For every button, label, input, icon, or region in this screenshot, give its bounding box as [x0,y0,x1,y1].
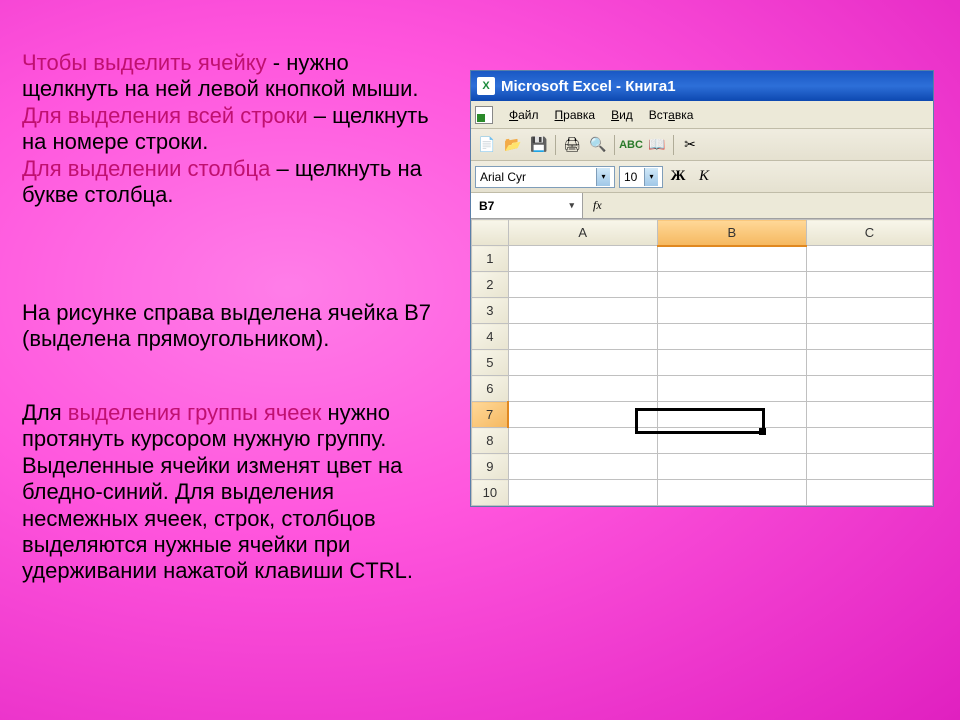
spell-icon[interactable]: ABC [619,133,643,157]
highlight-col: Для выделении столбца [22,156,270,181]
separator [673,135,674,155]
standard-toolbar: 📄 📂 💾 🖨 🔍 ABC 📖 ✂ [471,129,933,161]
font-size-value: 10 [624,170,637,184]
cell-c6[interactable] [806,376,932,402]
row-header-7[interactable]: 7 [472,402,509,428]
col-header-b[interactable]: B [657,220,806,246]
row-header-3[interactable]: 3 [472,298,509,324]
bold-button[interactable]: Ж [667,166,689,188]
col-header-a[interactable]: A [508,220,657,246]
cell-b2[interactable] [657,272,806,298]
row-header-8[interactable]: 8 [472,428,509,454]
instruction-block-3: Для выделения группы ячеек нужно протяну… [22,400,447,585]
cell-a5[interactable] [508,350,657,376]
cell-c3[interactable] [806,298,932,324]
cell-c1[interactable] [806,246,932,272]
font-size-box[interactable]: 10 ▾ [619,166,663,188]
spreadsheet-grid: A B C 1 2 3 4 5 6 7 8 9 10 [471,219,933,506]
cell-a1[interactable] [508,246,657,272]
cell-c10[interactable] [806,480,932,506]
menubar: Файл Правка Вид Вставка [471,101,933,129]
new-icon[interactable]: 📄 [475,133,499,157]
row-header-4[interactable]: 4 [472,324,509,350]
row-header-5[interactable]: 5 [472,350,509,376]
cell-a9[interactable] [508,454,657,480]
excel-window: X Microsoft Excel - Книга1 Файл Правка В… [470,70,934,507]
format-toolbar: Arial Cyr ▾ 10 ▾ Ж К [471,161,933,193]
cell-b7[interactable] [657,402,806,428]
instruction-block-1: Чтобы выделить ячейку - нужно щелкнуть н… [22,50,447,208]
italic-button[interactable]: К [693,166,715,188]
formula-bar: B7 ▾ fx [471,193,933,219]
cell-b8[interactable] [657,428,806,454]
print-icon[interactable]: 🖨 [560,133,584,157]
row-header-1[interactable]: 1 [472,246,509,272]
cell-a10[interactable] [508,480,657,506]
highlight-group: выделения группы ячеек [68,400,322,425]
menu-insert[interactable]: Вставка [641,105,702,125]
open-icon[interactable]: 📂 [501,133,525,157]
cell-a7[interactable] [508,402,657,428]
cell-a4[interactable] [508,324,657,350]
cell-b9[interactable] [657,454,806,480]
titlebar[interactable]: X Microsoft Excel - Книга1 [471,71,933,101]
cell-a2[interactable] [508,272,657,298]
preview-icon[interactable]: 🔍 [586,133,610,157]
dropdown-arrow-icon[interactable]: ▾ [644,168,658,186]
cell-c8[interactable] [806,428,932,454]
name-box[interactable]: B7 ▾ [471,193,583,218]
excel-app-icon: X [477,77,495,95]
save-icon[interactable]: 💾 [527,133,551,157]
research-icon[interactable]: 📖 [645,133,669,157]
cell-b1[interactable] [657,246,806,272]
cell-b4[interactable] [657,324,806,350]
fx-icon[interactable]: fx [583,198,612,213]
dropdown-arrow-icon[interactable]: ▾ [596,168,610,186]
document-icon[interactable] [475,106,493,124]
instruction-block-2: На рисунке справа выделена ячейка В7 (вы… [22,300,447,353]
cell-a6[interactable] [508,376,657,402]
cell-c5[interactable] [806,350,932,376]
cell-b10[interactable] [657,480,806,506]
cell-a8[interactable] [508,428,657,454]
row-header-6[interactable]: 6 [472,376,509,402]
cell-a3[interactable] [508,298,657,324]
menu-file[interactable]: Файл [501,105,547,125]
menu-view[interactable]: Вид [603,105,641,125]
grid-area: A B C 1 2 3 4 5 6 7 8 9 10 [471,219,933,506]
cell-b6[interactable] [657,376,806,402]
cell-b5[interactable] [657,350,806,376]
separator [555,135,556,155]
cell-c2[interactable] [806,272,932,298]
highlight-cell: Чтобы выделить ячейку [22,50,267,75]
font-name-box[interactable]: Arial Cyr ▾ [475,166,615,188]
cell-c7[interactable] [806,402,932,428]
menu-edit[interactable]: Правка [547,105,604,125]
select-all-corner[interactable] [472,220,509,246]
name-box-value: B7 [479,199,494,213]
row-header-10[interactable]: 10 [472,480,509,506]
row-header-2[interactable]: 2 [472,272,509,298]
cell-c9[interactable] [806,454,932,480]
font-name-value: Arial Cyr [480,170,526,184]
cut-icon[interactable]: ✂ [678,133,702,157]
cell-c4[interactable] [806,324,932,350]
col-header-c[interactable]: C [806,220,932,246]
row-header-9[interactable]: 9 [472,454,509,480]
dropdown-arrow-icon[interactable]: ▾ [569,200,574,211]
window-title: Microsoft Excel - Книга1 [501,78,676,95]
separator [614,135,615,155]
highlight-row: Для выделения всей строки [22,103,308,128]
cell-b3[interactable] [657,298,806,324]
